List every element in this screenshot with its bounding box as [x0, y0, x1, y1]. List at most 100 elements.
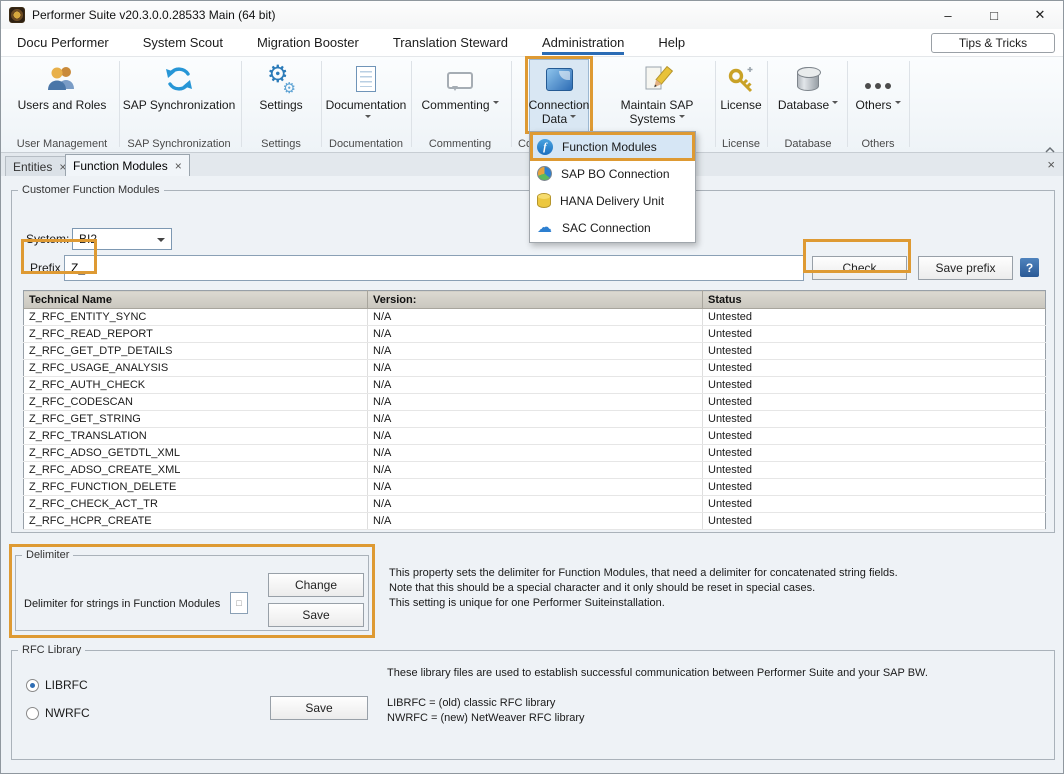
chevron-down-icon [832, 101, 838, 107]
technical-name-cell: Z_RFC_USAGE_ANALYSIS [24, 360, 368, 377]
change-delimiter-button[interactable]: Change [268, 573, 364, 597]
table-row[interactable]: Z_RFC_ADSO_GETDTL_XMLN/AUntested [24, 445, 1046, 462]
table-row[interactable]: Z_RFC_GET_DTP_DETAILSN/AUntested [24, 343, 1046, 360]
system-label: System: [26, 232, 69, 246]
column-header-status[interactable]: Status [703, 291, 1046, 309]
technical-name-cell: Z_RFC_TRANSLATION [24, 428, 368, 445]
version-cell: N/A [368, 309, 703, 326]
table-row[interactable]: Z_RFC_CODESCANN/AUntested [24, 394, 1046, 411]
ribbon-separator [511, 61, 512, 147]
table-row[interactable]: Z_RFC_HCPR_CREATEN/AUntested [24, 513, 1046, 530]
technical-name-cell: Z_RFC_AUTH_CHECK [24, 377, 368, 394]
tab-function-modules[interactable]: Function Modules × [65, 154, 190, 176]
table-row[interactable]: Z_RFC_ADSO_CREATE_XMLN/AUntested [24, 462, 1046, 479]
tab-close-icon[interactable]: × [175, 159, 182, 173]
group-label-user-management: User Management [1, 138, 123, 152]
function-modules-table-body: Z_RFC_ENTITY_SYNCN/AUntestedZ_RFC_READ_R… [24, 309, 1046, 530]
system-select[interactable]: BI2 [72, 228, 172, 250]
ribbon-sap-synchronization-button[interactable]: SAP Synchronization [119, 59, 239, 135]
table-row[interactable]: Z_RFC_FUNCTION_DELETEN/AUntested [24, 479, 1046, 496]
version-cell: N/A [368, 428, 703, 445]
app-window: Performer Suite v20.3.0.0.28533 Main (64… [0, 0, 1064, 774]
ribbon-settings-button[interactable]: Settings [243, 59, 319, 135]
status-cell: Untested [703, 343, 1046, 360]
rfc-library-legend-lines: LIBRFC = (old) classic RFC library NWRFC… [387, 696, 585, 726]
status-cell: Untested [703, 360, 1046, 377]
status-cell: Untested [703, 479, 1046, 496]
menu-item-function-modules[interactable]: Function Modules [531, 133, 694, 160]
maximize-button[interactable]: □ [971, 1, 1017, 29]
technical-name-cell: Z_RFC_GET_STRING [24, 411, 368, 428]
nwrfc-radio-option[interactable]: NWRFC [26, 706, 90, 720]
chevron-down-icon [157, 238, 165, 246]
status-cell: Untested [703, 496, 1046, 513]
save-delimiter-button[interactable]: Save [268, 603, 364, 627]
ribbon-button-label: Settings [259, 98, 302, 112]
tab-label: Entities [13, 160, 52, 174]
menu-docu-performer[interactable]: Docu Performer [17, 29, 109, 57]
ribbon-separator [847, 61, 848, 147]
radio-label: NWRFC [45, 706, 90, 720]
ribbon-maintain-sap-systems-button[interactable]: Maintain SAP Systems [601, 59, 713, 135]
ribbon-separator [411, 61, 412, 147]
tab-entities[interactable]: Entities × [5, 156, 74, 176]
menu-item-label: HANA Delivery Unit [560, 194, 664, 208]
table-row[interactable]: Z_RFC_USAGE_ANALYSISN/AUntested [24, 360, 1046, 377]
ribbon-button-label: Others [855, 98, 891, 112]
technical-name-cell: Z_RFC_ENTITY_SYNC [24, 309, 368, 326]
delimiter-value-box[interactable]: □ [230, 592, 248, 614]
version-cell: N/A [368, 513, 703, 530]
tips-and-tricks-button[interactable]: Tips & Tricks [931, 33, 1055, 53]
close-button[interactable]: ✕ [1017, 1, 1063, 29]
check-button[interactable]: Check [812, 256, 907, 280]
status-cell: Untested [703, 326, 1046, 343]
column-header-technical-name[interactable]: Technical Name [24, 291, 368, 309]
ribbon-documentation-button[interactable]: Documentation [323, 59, 409, 135]
save-prefix-button[interactable]: Save prefix [918, 256, 1013, 280]
menu-item-sap-bo-connection[interactable]: SAP BO Connection [531, 160, 694, 187]
ribbon-database-button[interactable]: Database [771, 59, 845, 135]
ribbon-license-button[interactable]: License [717, 59, 765, 135]
menu-migration-booster[interactable]: Migration Booster [257, 29, 359, 57]
table-row[interactable]: Z_RFC_AUTH_CHECKN/AUntested [24, 377, 1046, 394]
menu-system-scout[interactable]: System Scout [143, 29, 223, 57]
menu-administration[interactable]: Administration [542, 29, 624, 57]
ribbon-separator [909, 61, 910, 147]
table-row[interactable]: Z_RFC_CHECK_ACT_TRN/AUntested [24, 496, 1046, 513]
table-row[interactable]: Z_RFC_GET_STRINGN/AUntested [24, 411, 1046, 428]
rfc-library-description: These library files are used to establis… [387, 666, 928, 681]
app-icon [9, 7, 25, 23]
menu-translation-steward[interactable]: Translation Steward [393, 29, 508, 57]
table-row[interactable]: Z_RFC_READ_REPORTN/AUntested [24, 326, 1046, 343]
group-label-documentation: Documentation [323, 138, 409, 152]
main-content: Customer Function Modules System: BI2 Pr… [1, 176, 1063, 774]
ribbon-users-and-roles-button[interactable]: Users and Roles [9, 59, 115, 135]
radio-selected-icon[interactable] [26, 679, 39, 692]
menu-item-hana-delivery-unit[interactable]: HANA Delivery Unit [531, 187, 694, 214]
technical-name-cell: Z_RFC_FUNCTION_DELETE [24, 479, 368, 496]
table-row[interactable]: Z_RFC_ENTITY_SYNCN/AUntested [24, 309, 1046, 326]
table-row[interactable]: Z_RFC_TRANSLATIONN/AUntested [24, 428, 1046, 445]
prefix-input[interactable] [64, 255, 804, 281]
version-cell: N/A [368, 326, 703, 343]
group-label-others: Others [849, 138, 907, 152]
menu-item-sac-connection[interactable]: SAC Connection [531, 214, 694, 241]
menu-help[interactable]: Help [658, 29, 685, 57]
ribbon-button-label: Users and Roles [18, 98, 107, 112]
ribbon-others-button[interactable]: Others [849, 59, 907, 135]
delimiter-description-line: This setting is unique for one Performer… [389, 596, 898, 611]
ribbon-connection-data-button[interactable]: Connection Data [529, 59, 589, 135]
nwrfc-legend-line: NWRFC = (new) NetWeaver RFC library [387, 711, 585, 726]
ribbon-button-label: Maintain SAP Systems [621, 98, 694, 126]
status-cell: Untested [703, 309, 1046, 326]
panel-close-icon[interactable]: × [1047, 157, 1055, 172]
minimize-button[interactable]: – [925, 1, 971, 29]
collapse-ribbon-chevron-icon[interactable] [1045, 141, 1055, 149]
radio-unselected-icon[interactable] [26, 707, 39, 720]
version-cell: N/A [368, 394, 703, 411]
column-header-version[interactable]: Version: [368, 291, 703, 309]
help-icon[interactable]: ? [1020, 258, 1039, 277]
ribbon-commenting-button[interactable]: Commenting [413, 59, 507, 135]
save-rfc-library-button[interactable]: Save [270, 696, 368, 720]
librfc-radio-option[interactable]: LIBRFC [26, 678, 88, 692]
